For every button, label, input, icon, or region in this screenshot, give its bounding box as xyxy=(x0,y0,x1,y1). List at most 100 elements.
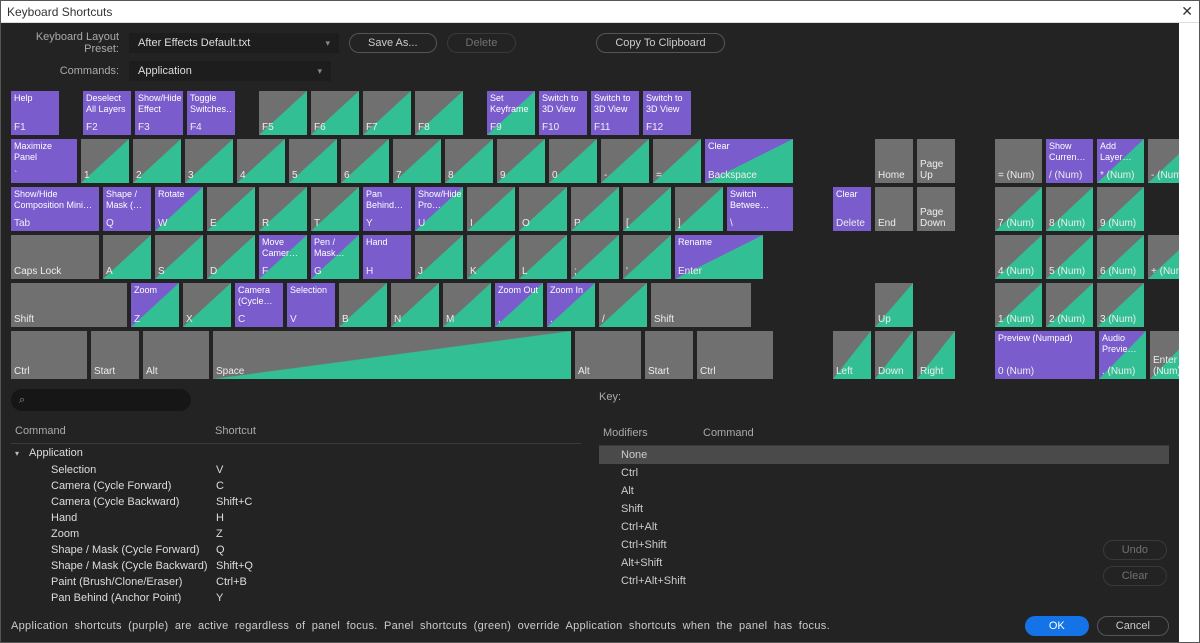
key-f11[interactable]: Switch to 3D View #2F11 xyxy=(591,91,639,135)
key--[interactable]: ] xyxy=(675,187,723,231)
delete-button[interactable]: Delete xyxy=(447,33,517,53)
key-1[interactable]: 1 xyxy=(81,139,129,183)
key--[interactable]: Zoom Out, xyxy=(495,283,543,327)
key-space[interactable]: Space xyxy=(213,331,571,379)
key-f2[interactable]: Deselect All LayersF2 xyxy=(83,91,131,135)
cancel-button[interactable]: Cancel xyxy=(1097,616,1169,636)
key--[interactable]: - xyxy=(601,139,649,183)
key-d[interactable]: D xyxy=(207,235,255,279)
key--[interactable]: Maximize Panel` xyxy=(11,139,77,183)
modifier-row[interactable]: Alt xyxy=(599,482,1169,500)
command-row[interactable]: Shape / Mask (Cycle Backward)Shift+Q xyxy=(11,558,581,574)
key-6[interactable]: 6 xyxy=(341,139,389,183)
key-k[interactable]: K xyxy=(467,235,515,279)
key-o[interactable]: O xyxy=(519,187,567,231)
modifier-row[interactable]: Shift xyxy=(599,500,1169,518)
key-delete[interactable]: ClearDelete xyxy=(833,187,871,231)
key-f1[interactable]: HelpF1 xyxy=(11,91,59,135)
key-9[interactable]: 9 xyxy=(497,139,545,183)
key-m[interactable]: M xyxy=(443,283,491,327)
modifiers-list[interactable]: NoneCtrlAltShiftCtrl+AltCtrl+ShiftAlt+Sh… xyxy=(599,446,1169,608)
key--[interactable]: Switch Betwee…\ xyxy=(727,187,793,231)
key-right[interactable]: Right xyxy=(917,331,955,379)
key-start[interactable]: Start xyxy=(645,331,693,379)
key-t[interactable]: T xyxy=(311,187,359,231)
key-f[interactable]: Move Camer…F xyxy=(259,235,307,279)
key--num-[interactable]: + (Num) xyxy=(1148,235,1179,279)
key-c[interactable]: Camera (Cycle…C xyxy=(235,283,283,327)
key-caps-lock[interactable]: Caps Lock xyxy=(11,235,99,279)
key--[interactable]: Zoom In. xyxy=(547,283,595,327)
key-5-num-[interactable]: 5 (Num) xyxy=(1046,235,1093,279)
key-5[interactable]: 5 xyxy=(289,139,337,183)
command-row[interactable]: Paint (Brush/Clone/Eraser)Ctrl+B xyxy=(11,574,581,590)
key-y[interactable]: Pan Behind…Y xyxy=(363,187,411,231)
key--num-[interactable]: - (Num) xyxy=(1148,139,1179,183)
key-shift[interactable]: Shift xyxy=(651,283,751,327)
key-8[interactable]: 8 xyxy=(445,139,493,183)
copy-clipboard-button[interactable]: Copy To Clipboard xyxy=(596,33,724,53)
key-enter[interactable]: RenameEnter xyxy=(675,235,763,279)
save-as-button[interactable]: Save As... xyxy=(349,33,437,53)
modifier-row[interactable]: Ctrl+Shift xyxy=(599,536,1169,554)
key-p[interactable]: P xyxy=(571,187,619,231)
key-f3[interactable]: Show/Hide Effect Con…F3 xyxy=(135,91,183,135)
key-ctrl[interactable]: Ctrl xyxy=(11,331,87,379)
key-g[interactable]: Pen / Mask…G xyxy=(311,235,359,279)
key-0[interactable]: 0 xyxy=(549,139,597,183)
key--[interactable]: / xyxy=(599,283,647,327)
key-h[interactable]: HandH xyxy=(363,235,411,279)
key-l[interactable]: L xyxy=(519,235,567,279)
key-u[interactable]: Show/Hide Pro…U xyxy=(415,187,463,231)
key-f10[interactable]: Switch to 3D View #1F10 xyxy=(539,91,587,135)
key--num-[interactable]: Add Layer…* (Num) xyxy=(1097,139,1144,183)
key-page-up[interactable]: Page Up xyxy=(917,139,955,183)
key-v[interactable]: SelectionV xyxy=(287,283,335,327)
key-8-num-[interactable]: 8 (Num) xyxy=(1046,187,1093,231)
key-x[interactable]: X xyxy=(183,283,231,327)
modifier-row[interactable]: Ctrl+Alt+Shift xyxy=(599,572,1169,590)
key-7[interactable]: 7 xyxy=(393,139,441,183)
key-6-num-[interactable]: 6 (Num) xyxy=(1097,235,1144,279)
key--num-[interactable]: Show Curren…/ (Num) xyxy=(1046,139,1093,183)
key-2[interactable]: 2 xyxy=(133,139,181,183)
key-f8[interactable]: F8 xyxy=(415,91,463,135)
key--[interactable]: ' xyxy=(623,235,671,279)
command-row[interactable]: HandH xyxy=(11,510,581,526)
commands-dropdown[interactable]: Application ▾ xyxy=(129,61,331,81)
command-row[interactable]: Camera (Cycle Backward)Shift+C xyxy=(11,494,581,510)
key--num-[interactable]: = (Num) xyxy=(995,139,1042,183)
key-3[interactable]: 3 xyxy=(185,139,233,183)
key-4-num-[interactable]: 4 (Num) xyxy=(995,235,1042,279)
command-group[interactable]: ▾Application xyxy=(11,444,581,462)
key--[interactable]: [ xyxy=(623,187,671,231)
ok-button[interactable]: OK xyxy=(1025,616,1089,636)
key-b[interactable]: B xyxy=(339,283,387,327)
key-i[interactable]: I xyxy=(467,187,515,231)
close-icon[interactable]: ✕ xyxy=(1181,3,1193,20)
key-0-num-[interactable]: Preview (Numpad)0 (Num) xyxy=(995,331,1095,379)
key-j[interactable]: J xyxy=(415,235,463,279)
key-3-num-[interactable]: 3 (Num) xyxy=(1097,283,1144,327)
key-2-num-[interactable]: 2 (Num) xyxy=(1046,283,1093,327)
key-a[interactable]: A xyxy=(103,235,151,279)
undo-button[interactable]: Undo xyxy=(1103,540,1167,560)
key-f9[interactable]: Set Keyframe t…F9 xyxy=(487,91,535,135)
key-backspace[interactable]: ClearBackspace xyxy=(705,139,793,183)
key-9-num-[interactable]: 9 (Num) xyxy=(1097,187,1144,231)
key-alt[interactable]: Alt xyxy=(575,331,641,379)
key-start[interactable]: Start xyxy=(91,331,139,379)
key-tab[interactable]: Show/Hide Composition Mini…Tab xyxy=(11,187,99,231)
key-z[interactable]: ZoomZ xyxy=(131,283,179,327)
key-enter-num-[interactable]: Enter (Num) xyxy=(1150,331,1179,379)
key-4[interactable]: 4 xyxy=(237,139,285,183)
search-input[interactable]: ⌕ xyxy=(11,389,191,411)
command-row[interactable]: Camera (Cycle Forward)C xyxy=(11,478,581,494)
key-f7[interactable]: F7 xyxy=(363,91,411,135)
key--num-[interactable]: Audio Previe…. (Num) xyxy=(1099,331,1146,379)
key-alt[interactable]: Alt xyxy=(143,331,209,379)
key-n[interactable]: N xyxy=(391,283,439,327)
key-q[interactable]: Shape / Mask (…Q xyxy=(103,187,151,231)
commands-list[interactable]: ▾ApplicationSelectionVCamera (Cycle Forw… xyxy=(11,444,581,608)
key-home[interactable]: Home xyxy=(875,139,913,183)
